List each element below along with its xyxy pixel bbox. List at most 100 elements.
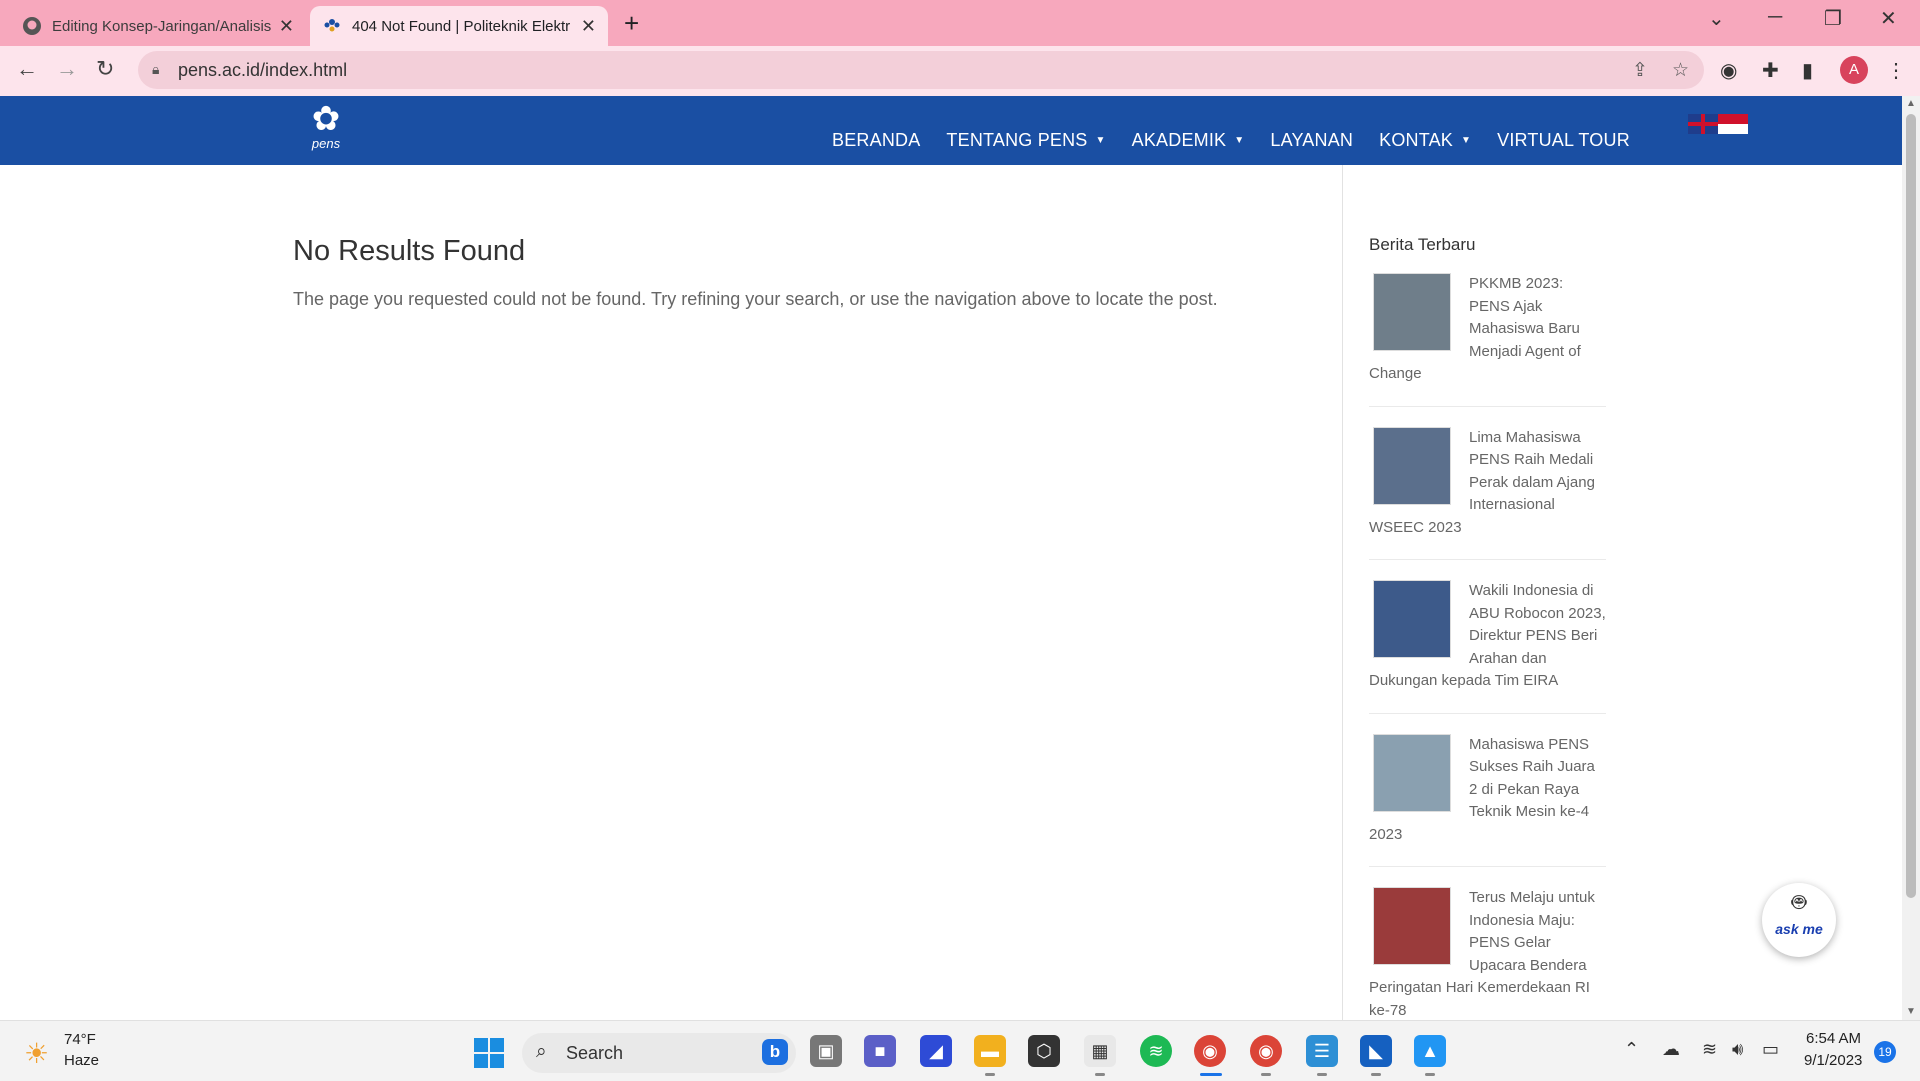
logo-icon: ✿ bbox=[311, 100, 341, 138]
weather-haze-icon[interactable]: ☀︎ bbox=[24, 1037, 49, 1070]
news-thumbnail[interactable] bbox=[1373, 426, 1451, 505]
list-item[interactable]: Wakili Indonesia di ABU Robocon 2023, Di… bbox=[1369, 580, 1606, 714]
weather-temp[interactable]: 74°F bbox=[64, 1031, 96, 1048]
scroll-up-icon[interactable]: ▲ bbox=[1906, 98, 1916, 109]
onedrive-cloud-icon[interactable]: ☁︎ bbox=[1662, 1039, 1680, 1060]
news-thumbnail[interactable] bbox=[1373, 273, 1451, 351]
chatbot-button[interactable]: 🤖︎ ask me bbox=[1762, 883, 1836, 957]
sidebar-divider bbox=[1342, 165, 1343, 1020]
list-item[interactable]: PKKMB 2023: PENS Ajak Mahasiswa Baru Men… bbox=[1369, 273, 1606, 407]
nav-item-kontak[interactable]: KONTAK ▼ bbox=[1379, 130, 1471, 151]
chevron-down-icon[interactable]: ⌄ bbox=[1708, 6, 1725, 31]
nav-item-akademik[interactable]: AKADEMIK ▼ bbox=[1132, 130, 1245, 151]
spotify-icon[interactable]: ≋ bbox=[1140, 1035, 1172, 1067]
volume-icon[interactable]: 🔊︎ bbox=[1732, 1039, 1743, 1060]
notification-badge[interactable]: 19 bbox=[1874, 1041, 1896, 1063]
github-icon bbox=[22, 16, 42, 36]
microsoft-store-icon[interactable]: ▦ bbox=[1084, 1035, 1116, 1067]
back-arrow-icon[interactable]: ← bbox=[16, 56, 38, 82]
battery-icon[interactable]: ▭ bbox=[1762, 1039, 1779, 1060]
chrome-profile-icon[interactable]: ◉ bbox=[1250, 1035, 1282, 1067]
puzzle-icon[interactable]: ✚ bbox=[1762, 58, 1779, 83]
notepad-icon[interactable]: ☰ bbox=[1306, 1035, 1338, 1067]
running-indicator bbox=[1261, 1073, 1271, 1076]
browser-tab-strip: Editing Konsep-Jaringan/Analisis ✕ 404 N… bbox=[0, 0, 1920, 46]
main-nav: BERANDA TENTANG PENS ▼ AKADEMIK ▼ LAYANAN … bbox=[832, 130, 1630, 151]
weather-condition[interactable]: Haze bbox=[64, 1052, 99, 1069]
share-icon[interactable]: ⇪ bbox=[1632, 59, 1648, 82]
sidebar-title: Berita Terbaru bbox=[1369, 235, 1476, 254]
url-text[interactable]: pens.ac.id/index.html bbox=[178, 60, 347, 81]
chrome-icon[interactable]: ◉ bbox=[1194, 1035, 1226, 1067]
new-tab-button[interactable]: + bbox=[624, 8, 639, 39]
task-view-icon[interactable]: ▣ bbox=[810, 1035, 842, 1067]
tab-github-editing[interactable]: Editing Konsep-Jaringan/Analisis ✕ bbox=[10, 6, 306, 46]
not-found-message: The page you requested could not be foun… bbox=[293, 289, 1218, 309]
tab-title: Editing Konsep-Jaringan/Analisis bbox=[52, 17, 271, 35]
sidepanel-icon[interactable]: ▮ bbox=[1802, 58, 1813, 83]
taskbar: ☀︎ 74°F Haze ⌕ Search b ▣ ■ ◢ ▬ ⬡ ▦ ≋ ◉ … bbox=[0, 1020, 1920, 1081]
search-label: Search bbox=[566, 1043, 624, 1063]
list-item[interactable]: Lima Mahasiswa PENS Raih Medali Perak da… bbox=[1369, 426, 1606, 560]
minimize-icon[interactable]: ─ bbox=[1768, 6, 1782, 29]
close-window-icon[interactable]: ✕ bbox=[1880, 6, 1897, 31]
avatar[interactable]: A bbox=[1840, 56, 1868, 84]
clock-date[interactable]: 9/1/2023 bbox=[1804, 1052, 1862, 1069]
indonesia-flag-icon[interactable] bbox=[1718, 114, 1748, 134]
news-thumbnail[interactable] bbox=[1373, 733, 1451, 812]
extension-mouse-icon[interactable]: ◉ bbox=[1720, 58, 1737, 83]
running-indicator bbox=[1095, 1073, 1105, 1076]
active-indicator bbox=[1200, 1073, 1222, 1076]
page-scrollbar[interactable]: ▲ ▼ bbox=[1902, 96, 1920, 1020]
app-sail-icon[interactable]: ◣ bbox=[1360, 1035, 1392, 1067]
caret-down-icon: ▼ bbox=[1095, 135, 1106, 146]
chatbot-label: ask me bbox=[1775, 921, 1823, 937]
wifi-icon[interactable]: ≋ bbox=[1702, 1039, 1717, 1060]
running-indicator bbox=[1317, 1073, 1327, 1076]
reload-icon[interactable]: ↻ bbox=[96, 56, 114, 82]
language-switcher bbox=[1688, 114, 1748, 134]
close-icon[interactable]: ✕ bbox=[581, 16, 596, 37]
windows-start-icon[interactable] bbox=[474, 1038, 504, 1068]
list-item[interactable]: Mahasiswa PENS Sukses Raih Juara 2 di Pe… bbox=[1369, 733, 1606, 867]
lock-icon[interactable]: 🔒︎ bbox=[152, 61, 159, 78]
running-indicator bbox=[1371, 1073, 1381, 1076]
uk-flag-icon[interactable] bbox=[1688, 114, 1718, 134]
unity-icon[interactable]: ⬡ bbox=[1028, 1035, 1060, 1067]
caret-down-icon: ▼ bbox=[1234, 135, 1245, 146]
site-header: ✿ pens BERANDA TENTANG PENS ▼ AKADEMIK ▼ L… bbox=[0, 96, 1902, 165]
restore-icon[interactable]: ❐ bbox=[1824, 6, 1842, 31]
nav-item-virtual-tour[interactable]: VIRTUAL TOUR bbox=[1497, 130, 1630, 151]
menu-dots-icon[interactable]: ⋮ bbox=[1886, 58, 1906, 83]
logo-text: pens bbox=[311, 136, 341, 151]
teams-icon[interactable]: ■ bbox=[864, 1035, 896, 1067]
app-blue-icon[interactable]: ◢ bbox=[920, 1035, 952, 1067]
news-thumbnail[interactable] bbox=[1373, 580, 1451, 658]
nav-item-beranda[interactable]: BERANDA bbox=[832, 130, 920, 151]
pens-icon bbox=[322, 16, 342, 36]
star-icon[interactable]: ☆ bbox=[1672, 59, 1689, 82]
taskbar-search[interactable]: ⌕ Search b bbox=[522, 1033, 796, 1073]
scroll-down-icon[interactable]: ▼ bbox=[1906, 1006, 1916, 1017]
tab-title: 404 Not Found | Politeknik Elektr bbox=[352, 17, 571, 35]
page-content: No Results Found The page you requested … bbox=[0, 165, 1902, 1043]
file-explorer-icon[interactable]: ▬ bbox=[974, 1035, 1006, 1067]
chevron-up-icon[interactable]: ⌃ bbox=[1624, 1039, 1639, 1060]
scroll-thumb[interactable] bbox=[1906, 114, 1916, 898]
search-icon: ⌕ bbox=[536, 1041, 547, 1062]
address-bar: ← → ↻ 🔒︎ pens.ac.id/index.html ⇪ ☆ ◉ ✚ ▮… bbox=[0, 46, 1920, 96]
news-thumbnail[interactable] bbox=[1373, 887, 1451, 965]
close-icon[interactable]: ✕ bbox=[279, 16, 294, 37]
clock-time[interactable]: 6:54 AM bbox=[1806, 1030, 1861, 1047]
forward-arrow-icon[interactable]: → bbox=[56, 56, 78, 82]
omnibox[interactable]: 🔒︎ pens.ac.id/index.html ⇪ ☆ bbox=[138, 51, 1704, 89]
photos-icon[interactable]: ▲ bbox=[1414, 1035, 1446, 1067]
bing-icon[interactable]: b bbox=[762, 1039, 788, 1065]
robot-icon: 🤖︎ bbox=[1791, 889, 1807, 916]
pens-logo[interactable]: ✿ pens bbox=[296, 102, 356, 160]
nav-item-tentang-pens[interactable]: TENTANG PENS ▼ bbox=[946, 130, 1105, 151]
nav-item-layanan[interactable]: LAYANAN bbox=[1270, 130, 1353, 151]
caret-down-icon: ▼ bbox=[1461, 135, 1472, 146]
tab-pens-404[interactable]: 404 Not Found | Politeknik Elektr ✕ bbox=[310, 6, 608, 46]
running-indicator bbox=[1425, 1073, 1435, 1076]
